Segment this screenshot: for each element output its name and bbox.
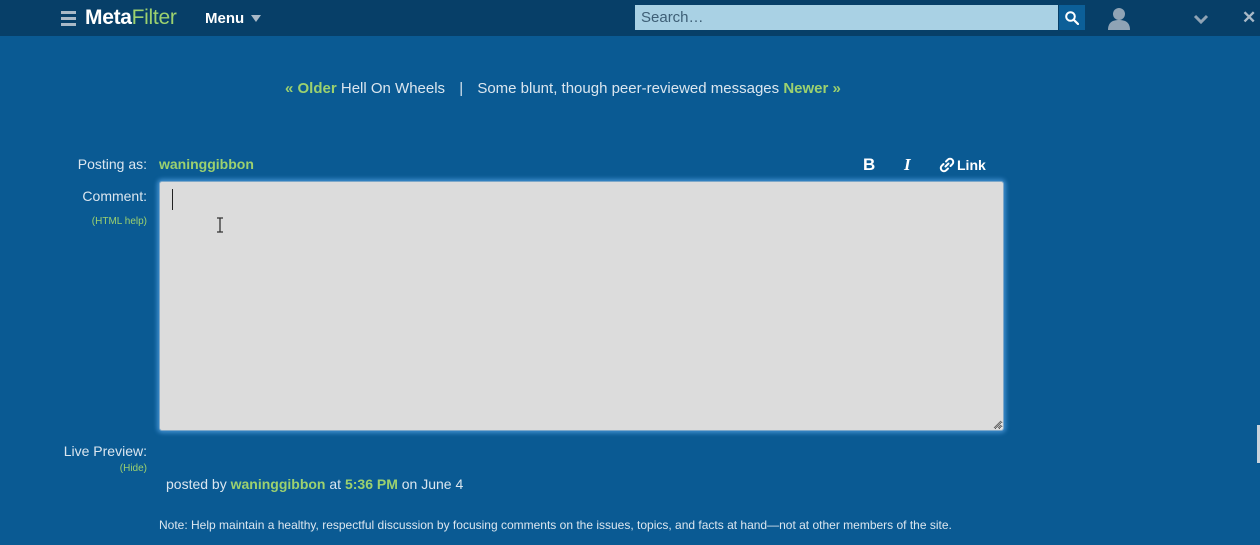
comment-textarea[interactable] xyxy=(159,181,1004,431)
user-avatar-icon[interactable] xyxy=(1107,6,1131,30)
byline-username[interactable]: waninggibbon xyxy=(231,476,326,492)
bold-button[interactable]: B xyxy=(863,155,875,175)
resize-handle-icon[interactable] xyxy=(993,420,1002,429)
logo-meta-text: Meta xyxy=(85,6,132,29)
post-navigation: « Older Hell On Wheels | Some blunt, tho… xyxy=(285,80,841,97)
search-button[interactable] xyxy=(1059,5,1085,30)
comment-label: Comment: xyxy=(82,188,147,204)
logo-filter-text: Filter xyxy=(131,6,177,29)
posting-as-label: Posting as: xyxy=(77,156,147,172)
search-input[interactable] xyxy=(635,5,1058,30)
posted-by-prefix: posted by xyxy=(166,476,227,492)
posting-as-username[interactable]: waninggibbon xyxy=(159,156,254,172)
byline-date: on June 4 xyxy=(401,476,464,492)
hide-preview-link[interactable]: (Hide) xyxy=(40,463,147,474)
preview-byline: posted by waninggibbon at 5:36 PM on Jun… xyxy=(166,476,463,492)
link-button[interactable]: Link xyxy=(939,157,986,173)
byline-at: at xyxy=(329,476,342,492)
byline-time[interactable]: 5:36 PM xyxy=(345,476,398,492)
text-caret xyxy=(172,189,173,210)
older-link[interactable]: « Older xyxy=(285,80,337,97)
chevron-down-icon[interactable] xyxy=(1193,14,1209,24)
html-help-link[interactable]: (HTML help) xyxy=(40,216,147,227)
nav-separator: | xyxy=(459,80,464,97)
close-icon[interactable]: ✕ xyxy=(1242,8,1256,28)
menu-button[interactable]: Menu xyxy=(205,10,244,27)
discussion-note: Note: Help maintain a healthy, respectfu… xyxy=(159,518,952,532)
live-preview-label: Live Preview: xyxy=(63,443,147,459)
menu-caret-icon[interactable] xyxy=(251,15,261,22)
ibeam-cursor-icon xyxy=(217,217,223,233)
older-post-title[interactable]: Hell On Wheels xyxy=(341,80,445,97)
newer-link[interactable]: Newer » xyxy=(783,80,841,97)
metafilter-logo[interactable]: MetaFilter xyxy=(85,6,177,30)
hamburger-menu-icon[interactable] xyxy=(61,11,76,26)
search-icon xyxy=(1065,10,1079,25)
top-nav-bar: MetaFilter Menu ✕ xyxy=(0,0,1260,36)
newer-post-title[interactable]: Some blunt, though peer-reviewed message… xyxy=(477,80,779,97)
italic-button[interactable]: I xyxy=(904,155,911,175)
link-button-label: Link xyxy=(957,157,986,173)
link-icon xyxy=(939,157,955,173)
